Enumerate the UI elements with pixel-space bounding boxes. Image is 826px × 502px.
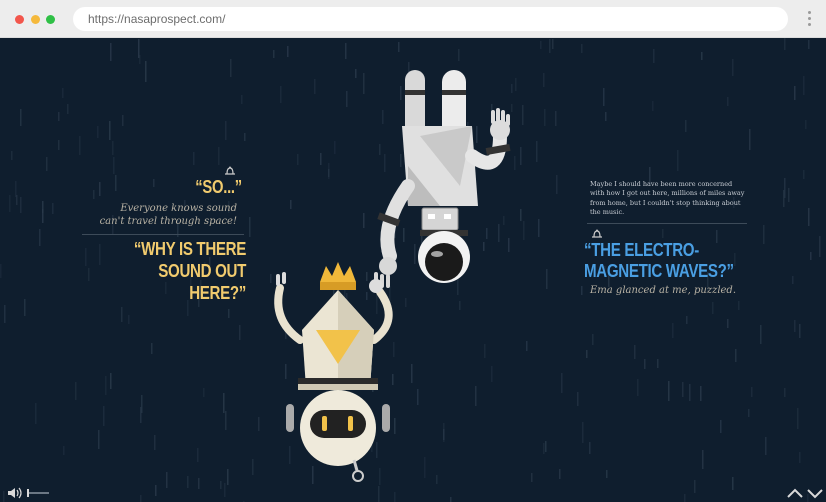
exclaim-heading-left: “SO...” [195, 177, 242, 197]
chevron-down-icon[interactable] [807, 489, 823, 499]
url-text: https://nasaprospect.com/ [88, 12, 226, 26]
minimize-window-button[interactable] [31, 15, 40, 24]
divider-right [587, 223, 747, 224]
chevron-up-icon[interactable] [787, 488, 803, 498]
narration-right: Maybe I should have been more concerned … [590, 180, 745, 217]
narration-left: Everyone knows sound can't travel throug… [99, 203, 237, 227]
browser-chrome: https://nasaprospect.com/ [0, 0, 826, 38]
reaction-right: Ema glanced at me, puzzled. [590, 285, 737, 296]
story-navigation [787, 488, 823, 499]
question-heading-right: “THE ELECTRO-MAGNETIC WAVES?” [584, 240, 734, 281]
speaker-icon[interactable] [591, 229, 603, 239]
speaker-icon[interactable] [224, 166, 236, 176]
volume-icon[interactable] [7, 486, 51, 500]
maximize-window-button[interactable] [46, 15, 55, 24]
question-heading-left: “WHY IS THERE SOUND OUT HERE?” [133, 239, 246, 303]
close-window-button[interactable] [15, 15, 24, 24]
robot-illustration [274, 262, 393, 482]
browser-menu-icon[interactable] [806, 11, 812, 29]
divider-left [82, 234, 244, 235]
address-bar[interactable]: https://nasaprospect.com/ [73, 7, 788, 31]
story-scene: “SO...” Everyone knows sound can't trave… [0, 38, 826, 502]
